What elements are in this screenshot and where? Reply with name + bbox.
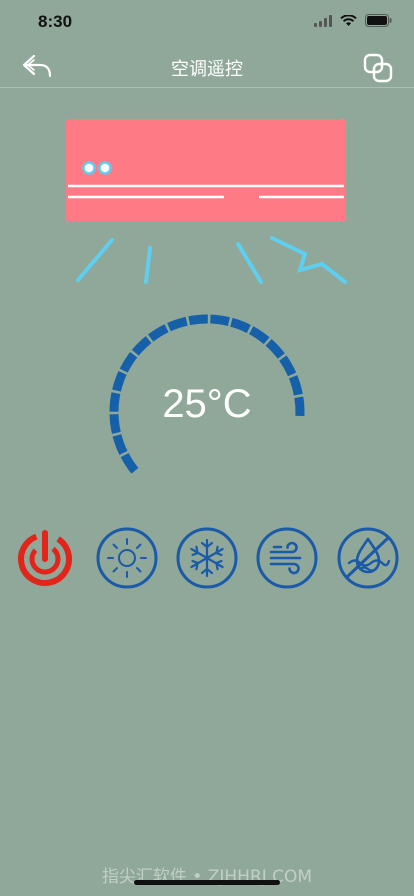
sun-icon (107, 538, 147, 578)
gauge-segment (248, 326, 270, 345)
battery-icon (365, 14, 392, 27)
gauge-segment (119, 352, 138, 373)
status-bar: 8:30 (0, 0, 414, 44)
airflow-line-1 (76, 238, 114, 282)
airflow-line-4 (270, 236, 347, 284)
gauge-segment (279, 355, 297, 377)
dehumidify-icon (345, 537, 391, 579)
air-conditioner-unit (66, 119, 346, 221)
page-title: 空调遥控 (171, 59, 243, 80)
temperature-value: 25°C (162, 382, 252, 426)
airflow-line-3 (236, 242, 263, 284)
gauge-segment (112, 434, 128, 455)
gauge-segment (131, 336, 152, 356)
wind-icon (269, 541, 302, 575)
snowflake-icon (190, 538, 224, 578)
status-icons (314, 14, 392, 27)
gauge-segment (188, 314, 208, 326)
gauge-segment (120, 453, 139, 474)
switch-device-icon[interactable] (362, 52, 394, 84)
home-indicator[interactable] (134, 880, 280, 885)
fan-mode-button[interactable] (254, 525, 320, 591)
indicator-light-2 (98, 161, 112, 175)
wifi-icon (340, 14, 357, 26)
status-time: 8:30 (38, 12, 73, 31)
gauge-segment (167, 316, 188, 332)
power-button[interactable] (12, 525, 78, 591)
nav-bar: 空调遥控 (0, 44, 414, 88)
airflow-line-2 (144, 246, 152, 284)
indicator-light-1 (82, 161, 96, 175)
mode-buttons (0, 525, 414, 595)
airflow-lines (76, 236, 347, 284)
cool-mode-button[interactable] (174, 525, 240, 591)
gauge-segment (147, 324, 169, 342)
heat-mode-button[interactable] (94, 525, 160, 591)
gauge-segment (230, 317, 251, 334)
signal-icon (314, 14, 332, 27)
dry-mode-button[interactable] (335, 525, 401, 591)
gauge-segment (265, 338, 285, 359)
gauge-segment (210, 314, 230, 327)
